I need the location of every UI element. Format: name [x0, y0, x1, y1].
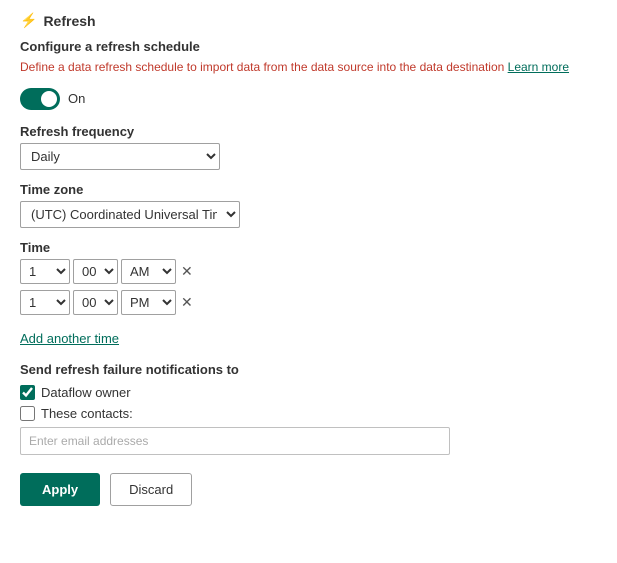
toggle-thumb	[41, 91, 57, 107]
remove-time-2[interactable]: ✕	[181, 294, 193, 311]
hour-select-1[interactable]: 1234 5678 9101112	[20, 259, 70, 284]
contacts-checkbox-label: These contacts:	[41, 406, 133, 421]
hour-select-2[interactable]: 1234 5678 9101112	[20, 290, 70, 315]
refresh-toggle[interactable]	[20, 88, 60, 110]
time-row-2: 1234 5678 9101112 00051015 20253035 4045…	[20, 290, 597, 315]
toggle-row: On	[20, 88, 597, 110]
frequency-select[interactable]: Daily Weekly Monthly Hourly	[20, 143, 220, 170]
ampm-select-1[interactable]: AMPM	[121, 259, 176, 284]
timezone-group: Time zone (UTC) Coordinated Universal Ti…	[20, 182, 597, 228]
toggle-label: On	[68, 91, 85, 106]
email-input[interactable]	[20, 427, 450, 455]
toggle-track	[20, 88, 60, 110]
refresh-icon: ⚡	[20, 12, 37, 29]
time-row-1: 1234 5678 9101112 00051015 20253035 4045…	[20, 259, 597, 284]
ampm-select-2[interactable]: AMPM	[121, 290, 176, 315]
configure-title: Configure a refresh schedule	[20, 39, 597, 54]
notify-title: Send refresh failure notifications to	[20, 362, 597, 377]
timezone-select[interactable]: (UTC) Coordinated Universal Time (UTC-05…	[20, 201, 240, 228]
owner-checkbox-row: Dataflow owner	[20, 385, 597, 400]
add-time-link[interactable]: Add another time	[20, 331, 119, 346]
time-label: Time	[20, 240, 597, 255]
description: Define a data refresh schedule to import…	[20, 59, 597, 76]
frequency-label: Refresh frequency	[20, 124, 597, 139]
learn-more-link[interactable]: Learn more	[508, 60, 569, 74]
minute-select-2[interactable]: 00051015 20253035 40455055	[73, 290, 118, 315]
frequency-group: Refresh frequency Daily Weekly Monthly H…	[20, 124, 597, 170]
timezone-label: Time zone	[20, 182, 597, 197]
button-row: Apply Discard	[20, 473, 597, 506]
contacts-checkbox-row: These contacts:	[20, 406, 597, 421]
section-header: ⚡ Refresh	[20, 12, 597, 29]
discard-button[interactable]: Discard	[110, 473, 192, 506]
time-group: Time 1234 5678 9101112 00051015 20253035…	[20, 240, 597, 315]
owner-checkbox[interactable]	[20, 385, 35, 400]
minute-select-1[interactable]: 00051015 20253035 40455055	[73, 259, 118, 284]
remove-time-1[interactable]: ✕	[181, 263, 193, 280]
contacts-checkbox[interactable]	[20, 406, 35, 421]
owner-checkbox-label: Dataflow owner	[41, 385, 131, 400]
apply-button[interactable]: Apply	[20, 473, 100, 506]
section-title: Refresh	[43, 13, 95, 29]
